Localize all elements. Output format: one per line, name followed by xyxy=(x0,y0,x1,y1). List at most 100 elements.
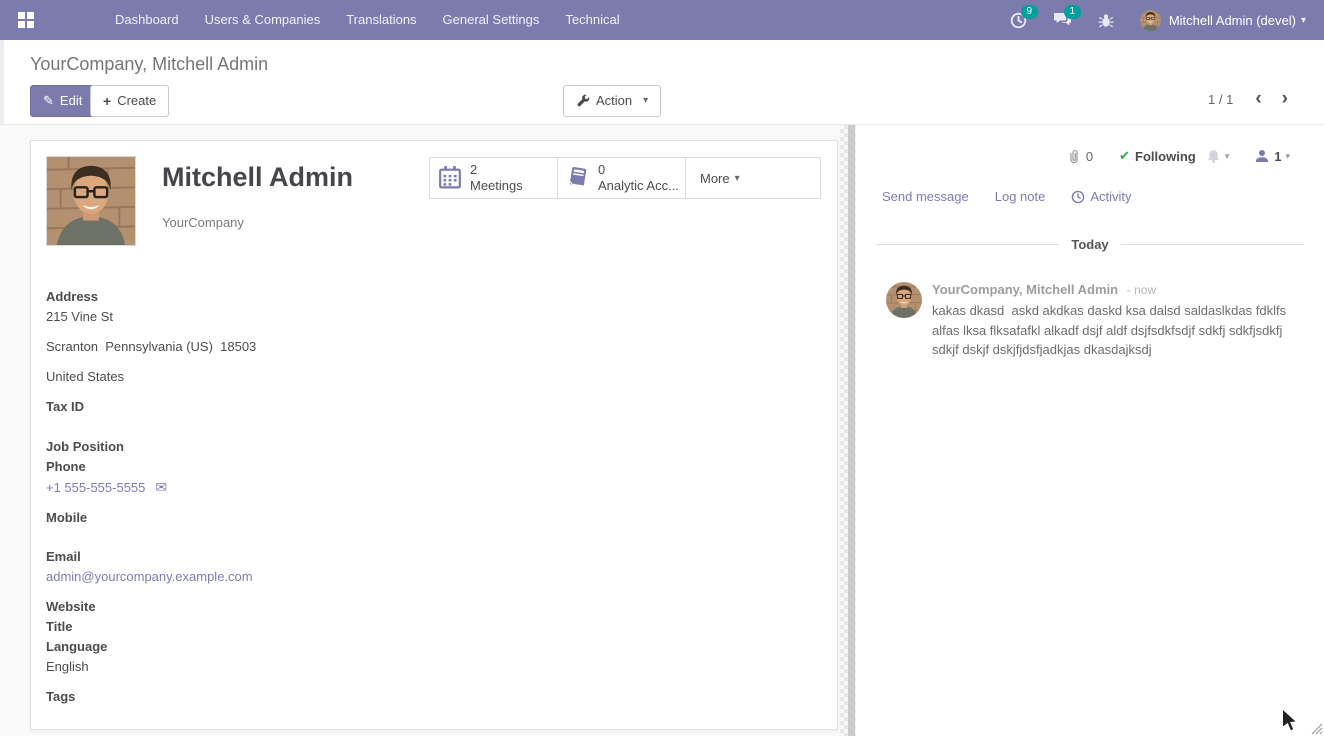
email-row: admin@yourcompany.example.com xyxy=(46,567,821,587)
address-city-line: Scranton Pennsylvania (US) 18503 xyxy=(46,337,821,357)
scrollbar-thumb[interactable] xyxy=(848,125,855,736)
mouse-cursor xyxy=(1281,708,1299,732)
followers-count: 1 xyxy=(1274,149,1281,164)
address-label: Address xyxy=(46,287,821,307)
pager-next-button[interactable]: › xyxy=(1282,91,1288,107)
chatter-actions: Send message Log note Activity xyxy=(882,189,1324,204)
following-button[interactable]: ✔ Following ▾ xyxy=(1119,148,1229,164)
calendar-icon xyxy=(438,165,462,192)
activity-label: Activity xyxy=(1090,189,1131,204)
address-street: 215 Vine St xyxy=(46,307,821,327)
analytic-accounts-count: 0 xyxy=(598,162,679,178)
contact-fields: Address 215 Vine St Scranton Pennsylvani… xyxy=(31,261,837,707)
apps-menu-button[interactable] xyxy=(0,0,52,40)
form-scrollbar[interactable] xyxy=(840,125,856,736)
job-position-label: Job Position xyxy=(46,437,821,457)
pager-count: 1 / 1 xyxy=(1208,92,1233,107)
message-author[interactable]: YourCompany, Mitchell Admin xyxy=(932,282,1118,297)
meetings-label: Meetings xyxy=(470,178,523,194)
send-message-button[interactable]: Send message xyxy=(882,189,969,204)
tax-id-label: Tax ID xyxy=(46,397,821,417)
book-icon xyxy=(566,165,590,192)
bug-icon xyxy=(1098,12,1114,29)
activities-menu-button[interactable]: 9 xyxy=(1010,12,1027,29)
control-panel: YourCompany, Mitchell Admin ✎ Edit + Cre… xyxy=(0,40,1324,125)
check-icon: ✔ xyxy=(1119,148,1130,164)
messages-menu-button[interactable]: 1 xyxy=(1053,12,1072,28)
following-label: Following xyxy=(1135,149,1196,164)
date-divider: Today xyxy=(876,237,1304,252)
tags-label: Tags xyxy=(46,687,821,707)
edit-button[interactable]: ✎ Edit xyxy=(30,85,95,117)
phone-row: +1 555-555-5555 ✉ xyxy=(46,477,821,498)
content-area: Mitchell Admin YourCompany 2 Meetings xyxy=(0,125,1324,736)
sheet-header: Mitchell Admin YourCompany 2 Meetings xyxy=(31,141,837,261)
breadcrumb[interactable]: YourCompany, Mitchell Admin xyxy=(30,54,268,75)
caret-down-icon: ▾ xyxy=(643,92,648,110)
chatter-message: YourCompany, Mitchell Admin - now kakas … xyxy=(886,282,1290,360)
user-menu-button[interactable]: Mitchell Admin (devel) ▾ xyxy=(1140,10,1306,31)
odoo-contact-form-page: { "navbar": { "menus": ["Dashboard", "Us… xyxy=(0,0,1324,736)
email-label: Email xyxy=(46,547,821,567)
phone-link[interactable]: +1 555-555-5555 xyxy=(46,480,145,495)
form-sheet: Mitchell Admin YourCompany 2 Meetings xyxy=(30,140,838,730)
caret-down-icon: ▾ xyxy=(1225,151,1230,162)
meetings-count: 2 xyxy=(470,162,523,178)
bell-icon[interactable] xyxy=(1206,149,1221,164)
menu-dashboard[interactable]: Dashboard xyxy=(102,0,192,40)
caret-down-icon: ▾ xyxy=(1301,15,1306,26)
plus-icon: + xyxy=(103,92,111,110)
contact-company-link[interactable]: YourCompany xyxy=(162,215,821,230)
attachments-count: 0 xyxy=(1086,149,1093,164)
wrench-icon xyxy=(576,94,590,108)
stat-button-box: 2 Meetings 0 Analytic Acc... More ▾ xyxy=(429,157,821,199)
phone-label: Phone xyxy=(46,457,821,477)
email-link[interactable]: admin@yourcompany.example.com xyxy=(46,569,253,584)
menu-users-companies[interactable]: Users & Companies xyxy=(192,0,334,40)
menu-technical[interactable]: Technical xyxy=(552,0,632,40)
caret-down-icon: ▾ xyxy=(1285,151,1290,162)
edit-button-label: Edit xyxy=(60,92,82,110)
pencil-icon: ✎ xyxy=(43,92,54,110)
more-dropdown-button[interactable]: More ▾ xyxy=(686,158,820,198)
follower-person-icon xyxy=(1255,149,1269,163)
top-navbar: Dashboard Users & Companies Translations… xyxy=(0,0,1324,40)
apps-grid-icon xyxy=(18,12,34,28)
debug-menu-button[interactable] xyxy=(1098,12,1114,29)
address-country: United States xyxy=(46,367,821,387)
analytic-accounts-stat-button[interactable]: 0 Analytic Acc... xyxy=(558,158,686,198)
menu-general-settings[interactable]: General Settings xyxy=(430,0,553,40)
menu-translations[interactable]: Translations xyxy=(333,0,429,40)
language-value: English xyxy=(46,657,821,677)
title-label: Title xyxy=(46,617,821,637)
pager: 1 / 1 ‹ › xyxy=(1208,91,1288,107)
website-label: Website xyxy=(46,597,821,617)
user-name: Mitchell Admin (devel) xyxy=(1169,13,1296,28)
pager-previous-button[interactable]: ‹ xyxy=(1255,91,1261,107)
language-label: Language xyxy=(46,637,821,657)
main-menus: Dashboard Users & Companies Translations… xyxy=(102,0,633,40)
navbar-right: 9 1 Mitchell Admin (devel) ▾ xyxy=(984,10,1324,31)
resize-grip[interactable] xyxy=(1308,720,1323,735)
message-body: kakas dkasd askd akdkas daskd ksa dalsd … xyxy=(932,301,1290,360)
message-header: YourCompany, Mitchell Admin - now xyxy=(932,282,1290,297)
mobile-label: Mobile xyxy=(46,508,821,528)
followers-button[interactable]: 1 ▾ xyxy=(1255,149,1290,164)
sms-envelope-icon[interactable]: ✉ xyxy=(155,479,167,495)
activities-badge: 9 xyxy=(1021,5,1038,19)
action-button-label: Action xyxy=(596,92,632,110)
log-note-button[interactable]: Log note xyxy=(995,189,1046,204)
chatter-toolbar: 0 ✔ Following ▾ 1 ▾ xyxy=(882,148,1290,164)
date-divider-label: Today xyxy=(1059,237,1120,252)
meetings-stat-button[interactable]: 2 Meetings xyxy=(430,158,558,198)
messages-badge: 1 xyxy=(1064,5,1081,19)
message-author-avatar xyxy=(886,282,922,318)
message-timestamp: - now xyxy=(1127,283,1156,297)
contact-photo xyxy=(46,156,136,246)
create-button[interactable]: + Create xyxy=(90,85,169,117)
action-dropdown-button[interactable]: Action ▾ xyxy=(563,85,661,117)
chatter-panel: 0 ✔ Following ▾ 1 ▾ Send message Log not… xyxy=(856,125,1324,736)
schedule-activity-button[interactable]: Activity xyxy=(1071,189,1131,204)
activity-clock-icon xyxy=(1071,190,1085,204)
attachments-button[interactable]: 0 xyxy=(1067,149,1093,164)
